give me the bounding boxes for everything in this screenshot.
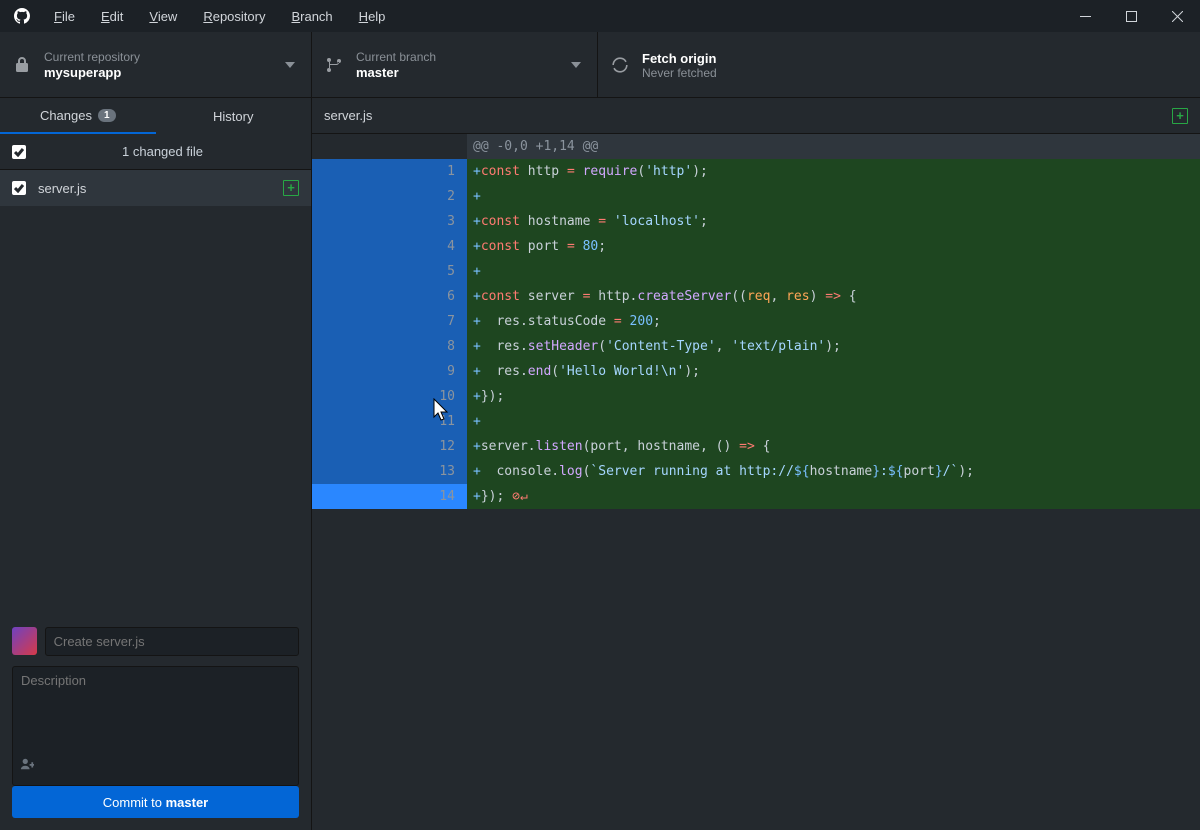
user-avatar [12,627,37,655]
diff-line[interactable]: 12+server.listen(port, hostname, () => { [312,434,1200,459]
diff-panel: server.js + @@ -0,0 +1,14 @@ 1+const htt… [312,98,1200,830]
changed-file-row[interactable]: server.js + [0,170,311,206]
lock-icon [14,57,30,73]
file-name: server.js [38,181,271,196]
chevron-down-icon [571,62,581,68]
commit-button-prefix: Commit to [103,795,166,810]
close-button[interactable] [1154,0,1200,32]
sync-icon [612,57,628,73]
hunk-text: @@ -0,0 +1,14 @@ [467,134,1200,159]
chevron-down-icon [285,62,295,68]
tab-history[interactable]: History [156,98,312,134]
diff-line[interactable]: 2+ [312,184,1200,209]
sidebar: Changes 1 History 1 changed file server.… [0,98,312,830]
menubar: File Edit View Repository Branch Help [54,9,385,24]
repo-value: mysuperapp [44,65,140,80]
diff-line[interactable]: 5+ [312,259,1200,284]
commit-summary-input[interactable] [45,627,299,656]
branch-icon [326,57,342,73]
commit-description-input[interactable] [12,666,299,786]
changes-summary-text: 1 changed file [26,144,299,159]
diff-filename: server.js [324,108,372,123]
diff-line[interactable]: 7+ res.statusCode = 200; [312,309,1200,334]
file-checkbox[interactable] [12,181,26,195]
diff-line[interactable]: 11+ [312,409,1200,434]
menu-edit[interactable]: Edit [101,9,123,24]
commit-button-branch: master [166,795,209,810]
commit-button[interactable]: Commit to master [12,786,299,818]
commit-panel: Commit to master [0,615,311,830]
tab-changes[interactable]: Changes 1 [0,98,156,134]
diff-line[interactable]: 9+ res.end('Hello World!\n'); [312,359,1200,384]
minimize-button[interactable] [1062,0,1108,32]
github-logo-icon [14,8,30,24]
current-branch-selector[interactable]: Current branch master [312,32,598,97]
window-controls [1062,0,1200,32]
menu-view[interactable]: View [149,9,177,24]
diff-line[interactable]: 1+const http = require('http'); [312,159,1200,184]
menu-branch[interactable]: Branch [291,9,332,24]
sidebar-tabs: Changes 1 History [0,98,311,134]
maximize-button[interactable] [1108,0,1154,32]
fetch-label: Fetch origin [642,51,717,66]
fetch-status: Never fetched [642,66,717,80]
fetch-origin-button[interactable]: Fetch origin Never fetched [598,32,1200,97]
tab-changes-label: Changes [40,108,92,123]
branch-value: master [356,65,436,80]
toolbar: Current repository mysuperapp Current br… [0,32,1200,98]
changes-count-badge: 1 [98,109,116,122]
select-all-checkbox[interactable] [12,145,26,159]
diff-code[interactable]: @@ -0,0 +1,14 @@ 1+const http = require(… [312,134,1200,509]
diff-line[interactable]: 3+const hostname = 'localhost'; [312,209,1200,234]
titlebar: File Edit View Repository Branch Help [0,0,1200,32]
diff-line[interactable]: 6+const server = http.createServer((req,… [312,284,1200,309]
diff-header: server.js + [312,98,1200,134]
file-added-icon: + [283,180,299,196]
menu-file[interactable]: File [54,9,75,24]
diff-line[interactable]: 4+const port = 80; [312,234,1200,259]
file-added-icon: + [1172,108,1188,124]
repo-label: Current repository [44,50,140,64]
menu-help[interactable]: Help [359,9,386,24]
menu-repository[interactable]: Repository [203,9,265,24]
tab-history-label: History [213,109,253,124]
branch-label: Current branch [356,50,436,64]
diff-line[interactable]: 10+}); [312,384,1200,409]
changes-summary-row: 1 changed file [0,134,311,170]
diff-line[interactable]: 8+ res.setHeader('Content-Type', 'text/p… [312,334,1200,359]
diff-hunk-header: @@ -0,0 +1,14 @@ [312,134,1200,159]
diff-line[interactable]: 13+ console.log(`Server running at http:… [312,459,1200,484]
current-repository-selector[interactable]: Current repository mysuperapp [0,32,312,97]
diff-line[interactable]: 14+}); ⊘↵ [312,484,1200,509]
